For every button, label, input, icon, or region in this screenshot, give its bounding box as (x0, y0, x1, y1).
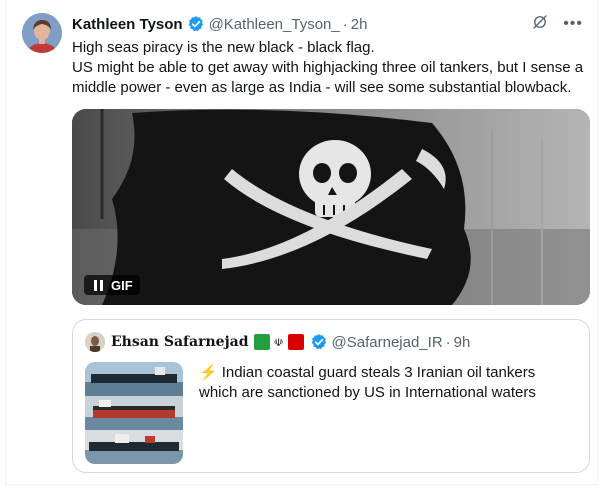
tweet-header: Kathleen Tyson @Kathleen_Tyson_ · 2h ••• (72, 13, 583, 35)
verified-badge-icon (310, 333, 328, 351)
pause-icon[interactable] (94, 279, 103, 291)
tweet-text-line: US might be able to get away with highja… (72, 59, 584, 76)
tweet-card[interactable]: Kathleen Tyson @Kathleen_Tyson_ · 2h •••… (5, 0, 598, 485)
quoted-text-line-1: Indian coastal guard steals 3 Iranian oi… (221, 364, 536, 381)
separator-dot: · (445, 333, 451, 351)
tankers-thumbnail[interactable] (85, 362, 183, 464)
gif-media[interactable]: GIF (72, 109, 590, 305)
gif-label: GIF (111, 277, 133, 293)
author-avatar[interactable] (22, 13, 62, 53)
iran-flag-icon: ☫ (253, 334, 304, 350)
tweet-text-line: middle power - even as large as India - … (72, 79, 572, 96)
quoted-author-handle[interactable]: @Safarnejad_IR (332, 334, 443, 351)
flag-emblem: ☫ (273, 336, 284, 349)
tweet-timestamp[interactable]: 2h (351, 16, 368, 33)
verified-badge-icon (187, 15, 205, 33)
lightning-emoji: ⚡ (199, 364, 218, 381)
author-handle[interactable]: @Kathleen_Tyson_ (209, 16, 340, 33)
pirate-flag-image (72, 109, 590, 305)
quoted-author-avatar[interactable] (85, 332, 105, 352)
quoted-text-line: ⚡ Indian coastal guard steals 3 Iranian o… (199, 363, 569, 383)
quoted-tweet-timestamp[interactable]: 9h (454, 334, 471, 351)
separator-dot: · (342, 15, 348, 33)
tweet-text-line: High seas piracy is the new black - blac… (72, 39, 375, 56)
quoted-text-line: which are sanctioned by US in Internatio… (199, 384, 536, 401)
quoted-tweet[interactable]: Ehsan Safarnejad ☫ @Safarnejad_IR · 9h ⚡… (72, 319, 590, 473)
author-name[interactable]: Kathleen Tyson (72, 16, 183, 33)
more-options-icon[interactable]: ••• (563, 16, 583, 32)
gif-badge[interactable]: GIF (84, 275, 140, 295)
quoted-author-name[interactable]: Ehsan Safarnejad (111, 334, 249, 350)
quoted-tweet-header: Ehsan Safarnejad ☫ @Safarnejad_IR · 9h (85, 330, 577, 354)
tweet-text: High seas piracy is the new black - blac… (72, 38, 592, 98)
quoted-tweet-text: ⚡ Indian coastal guard steals 3 Iranian o… (199, 363, 569, 403)
grok-icon[interactable] (531, 13, 549, 35)
